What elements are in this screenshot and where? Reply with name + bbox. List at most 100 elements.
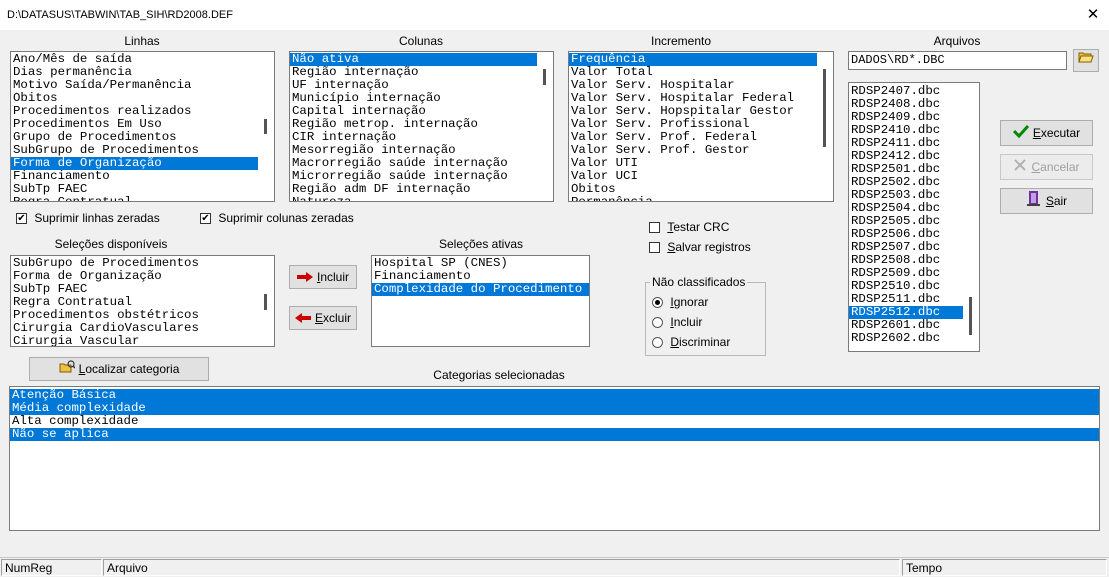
selecoes-disponiveis-scrollbar[interactable] — [258, 256, 274, 346]
checkbox-icon — [649, 242, 660, 254]
linhas-list-item[interactable]: Dias permanência — [11, 66, 258, 79]
incremento-list-item[interactable]: Valor Serv. Prof. Gestor — [569, 144, 817, 157]
arquivos-list-item[interactable]: RDSP2511.dbc — [849, 293, 963, 306]
arquivos-scrollbar[interactable] — [963, 83, 979, 351]
linhas-list-item[interactable]: Ano/Mês de saída — [11, 53, 258, 66]
arquivos-list[interactable]: RDSP2407.dbc RDSP2408.dbc RDSP2409.dbc RDSP… — [848, 82, 980, 352]
radio-incluir[interactable]: Incluir — [652, 315, 702, 329]
arquivos-list-item[interactable]: RDSP2508.dbc — [849, 254, 963, 267]
arquivos-list-item[interactable]: RDSP2509.dbc — [849, 267, 963, 280]
sair-button[interactable]: Sair — [1000, 188, 1093, 214]
linhas-list[interactable]: Ano/Mês de saída Dias permanência Motivo S… — [10, 51, 275, 202]
linhas-list-item[interactable]: Procedimentos Em Uso — [11, 118, 258, 131]
cancelar-button[interactable]: Cancelar — [1000, 154, 1093, 180]
colunas-scrollbar[interactable] — [537, 52, 553, 201]
incluir-button[interactable]: Incluir — [289, 265, 357, 289]
arquivos-list-item[interactable]: RDSP2506.dbc — [849, 228, 963, 241]
radio-ignorar[interactable]: Ignorar — [652, 295, 708, 309]
selecoes-ativas-item[interactable]: Complexidade do Procedimento — [372, 283, 589, 296]
selecoes-disponiveis-item[interactable]: Forma de Organização — [11, 270, 258, 283]
linhas-list-item[interactable]: Procedimentos realizados — [11, 105, 258, 118]
incremento-list-item[interactable]: Frequência — [569, 53, 817, 66]
categoria-item[interactable]: Atenção Básica — [10, 389, 1099, 402]
incremento-list-item[interactable]: Valor UTI — [569, 157, 817, 170]
salvar-registros-checkbox[interactable]: Salvar registros — [649, 240, 751, 254]
incremento-scrollbar[interactable] — [817, 52, 833, 201]
colunas-list-item[interactable]: Macrorregião saúde internação — [290, 157, 537, 170]
linhas-list-item[interactable]: Forma de Organização — [11, 157, 258, 170]
selecoes-disponiveis-item[interactable]: SubTp FAEC — [11, 283, 258, 296]
colunas-list-item[interactable]: Capital internação — [290, 105, 537, 118]
arquivos-pattern-input[interactable]: DADOS\RD*.DBC — [848, 51, 1067, 70]
colunas-list-item[interactable]: UF internação — [290, 79, 537, 92]
colunas-list-item[interactable]: Região metrop. internação — [290, 118, 537, 131]
arquivos-list-item[interactable]: RDSP2602.dbc — [849, 332, 963, 345]
linhas-list-item[interactable]: Grupo de Procedimentos — [11, 131, 258, 144]
categoria-item[interactable]: Não se aplica — [10, 428, 1099, 441]
excluir-button[interactable]: Excluir — [289, 306, 357, 330]
linhas-list-item[interactable]: SubGrupo de Procedimentos — [11, 144, 258, 157]
arquivos-list-item[interactable]: RDSP2507.dbc — [849, 241, 963, 254]
incremento-list-item[interactable]: Valor Serv. Hospitalar — [569, 79, 817, 92]
selecoes-ativas-item[interactable]: Financiamento — [372, 270, 589, 283]
arquivos-list-item[interactable]: RDSP2409.dbc — [849, 111, 963, 124]
suprimir-linhas-checkbox[interactable]: ✔ Suprimir linhas zeradas — [16, 211, 160, 225]
incremento-list-item[interactable]: Óbitos — [569, 183, 817, 196]
linhas-list-item[interactable]: Regra Contratual — [11, 196, 258, 201]
selecoes-disponiveis-item[interactable]: Regra Contratual — [11, 296, 258, 309]
incremento-list-item[interactable]: Valor UCI — [569, 170, 817, 183]
linhas-list-item[interactable]: SubTp FAEC — [11, 183, 258, 196]
arquivos-list-item[interactable]: RDSP2503.dbc — [849, 189, 963, 202]
selecoes-disponiveis-list[interactable]: SubGrupo de Procedimentos Forma de Organi… — [10, 255, 275, 347]
incremento-list-item[interactable]: Valor Total — [569, 66, 817, 79]
executar-button[interactable]: Executar — [1000, 120, 1093, 146]
categoria-item[interactable]: Média complexidade — [10, 402, 1099, 415]
categorias-list[interactable]: Atenção Básica Média complexidade Alta com… — [9, 386, 1100, 531]
arquivos-list-item[interactable]: RDSP2407.dbc — [849, 85, 963, 98]
arquivos-list-item[interactable]: RDSP2510.dbc — [849, 280, 963, 293]
selecoes-disponiveis-item[interactable]: Cirurgia CardioVasculares — [11, 322, 258, 335]
suprimir-colunas-checkbox[interactable]: ✔ Suprimir colunas zeradas — [200, 211, 354, 225]
arquivos-list-item[interactable]: RDSP2601.dbc — [849, 319, 963, 332]
arquivos-list-item[interactable]: RDSP2501.dbc — [849, 163, 963, 176]
incremento-list-item[interactable]: Valor Serv. Profissional — [569, 118, 817, 131]
colunas-list-item[interactable]: Não ativa — [290, 53, 537, 66]
arquivos-list-item[interactable]: RDSP2502.dbc — [849, 176, 963, 189]
arquivos-list-item[interactable]: RDSP2505.dbc — [849, 215, 963, 228]
colunas-list-item[interactable]: Região internação — [290, 66, 537, 79]
radio-discriminar[interactable]: Discriminar — [652, 335, 730, 349]
colunas-list-item[interactable]: Região adm DF internação — [290, 183, 537, 196]
incremento-list-item[interactable]: Valor Serv. Hospitalar Federal — [569, 92, 817, 105]
linhas-list-item[interactable]: Óbitos — [11, 92, 258, 105]
categoria-item[interactable]: Alta complexidade — [10, 415, 1099, 428]
selecoes-ativas-list[interactable]: Hospital SP (CNES) Financiamento Complexid… — [371, 255, 590, 347]
incremento-list[interactable]: Frequência Valor Total Valor Serv. Hospita… — [568, 51, 834, 202]
arquivos-list-item[interactable]: RDSP2411.dbc — [849, 137, 963, 150]
incremento-list-item[interactable]: Valor Serv. Prof. Federal — [569, 131, 817, 144]
incremento-list-item[interactable]: Permanência — [569, 196, 817, 201]
arquivos-list-item[interactable]: RDSP2408.dbc — [849, 98, 963, 111]
colunas-list-item[interactable]: CIR internação — [290, 131, 537, 144]
colunas-list-item[interactable]: Mesorregião internação — [290, 144, 537, 157]
arquivos-list-item[interactable]: RDSP2512.dbc — [849, 306, 963, 319]
selecoes-ativas-item[interactable]: Hospital SP (CNES) — [372, 257, 589, 270]
selecoes-disponiveis-item[interactable]: Procedimentos obstétricos — [11, 309, 258, 322]
colunas-list-item[interactable]: Natureza — [290, 196, 537, 201]
colunas-list-item[interactable]: Microrregião saúde internação — [290, 170, 537, 183]
colunas-list-item[interactable]: Município internação — [290, 92, 537, 105]
linhas-list-item[interactable]: Motivo Saída/Permanência — [11, 79, 258, 92]
selecoes-disponiveis-item[interactable]: SubGrupo de Procedimentos — [11, 257, 258, 270]
close-icon[interactable]: ✕ — [1078, 1, 1108, 29]
arquivos-list-item[interactable]: RDSP2410.dbc — [849, 124, 963, 137]
linhas-scrollbar[interactable] — [258, 52, 274, 201]
arquivos-list-item[interactable]: RDSP2504.dbc — [849, 202, 963, 215]
linhas-list-item[interactable]: Financiamento — [11, 170, 258, 183]
incremento-list-item[interactable]: Valor Serv. Hopspitalar Gestor — [569, 105, 817, 118]
arquivos-list-item[interactable]: RDSP2412.dbc — [849, 150, 963, 163]
checkbox-icon — [649, 222, 660, 234]
open-folder-button[interactable] — [1073, 49, 1099, 72]
colunas-list[interactable]: Não ativa Região internação UF internação M… — [289, 51, 554, 202]
localizar-categoria-button[interactable]: Localizar categoria — [29, 357, 209, 381]
selecoes-disponiveis-item[interactable]: Cirurgia Vascular — [11, 335, 258, 346]
testar-crc-checkbox[interactable]: Testar CRC — [649, 220, 729, 234]
